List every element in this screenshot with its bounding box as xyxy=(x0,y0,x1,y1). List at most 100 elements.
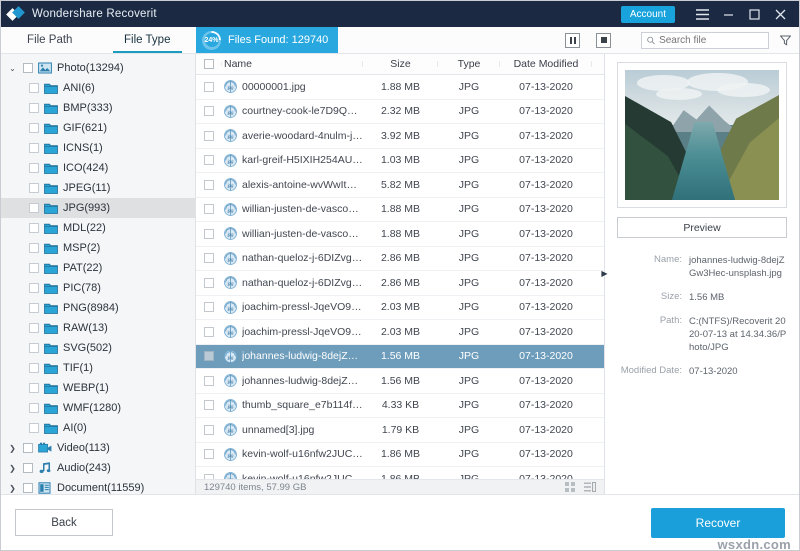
table-row[interactable]: jpgjohannes-ludwig-8dejZGw3Hec-unsp... 1.… xyxy=(196,344,604,369)
row-checkbox[interactable] xyxy=(204,130,214,141)
tree-checkbox[interactable] xyxy=(29,363,39,373)
tree-item-wmf[interactable]: WMF(1280) xyxy=(1,398,195,418)
search-input[interactable] xyxy=(659,34,763,46)
table-row[interactable]: jpgwillian-justen-de-vasconcellos-65Ga..… xyxy=(196,198,604,222)
tree-item-gif[interactable]: GIF(621) xyxy=(1,118,195,138)
tree-item-ai[interactable]: AI(0) xyxy=(1,418,195,438)
table-row[interactable]: jpgalexis-antoine-wvWwItCssr8-unsplas...… xyxy=(196,173,604,198)
row-checkbox[interactable] xyxy=(204,375,214,386)
column-header-type[interactable]: Type xyxy=(438,58,500,70)
tree-checkbox[interactable] xyxy=(29,143,39,153)
table-row[interactable]: jpgwillian-justen-de-vasconcellos-6SGa..… xyxy=(196,222,604,247)
row-checkbox-cell[interactable] xyxy=(196,473,222,479)
table-row[interactable]: jpg 00000001.jpg 1.88 MB JPG 07-13-2020 xyxy=(196,75,604,100)
account-button[interactable]: Account xyxy=(620,5,675,23)
minimize-icon[interactable] xyxy=(715,3,741,25)
column-header-date-modified[interactable]: Date Modified xyxy=(500,58,592,70)
stop-scan-button[interactable] xyxy=(596,32,611,48)
tree-checkbox[interactable] xyxy=(29,203,39,213)
row-checkbox[interactable] xyxy=(204,155,214,166)
row-checkbox[interactable] xyxy=(204,302,214,313)
file-type-tree-sidebar[interactable]: ⌄ Photo(13294) ANI(6) BMP(333) GIF(621) ICNS(… xyxy=(1,54,196,494)
tree-item-webp[interactable]: WEBP(1) xyxy=(1,378,195,398)
tree-item-ico[interactable]: ICO(424) xyxy=(1,158,195,178)
table-row[interactable]: jpgnathan-queloz-j-6DIZvguFc-unsplash...… xyxy=(196,247,604,271)
row-checkbox[interactable] xyxy=(204,228,214,239)
close-icon[interactable] xyxy=(767,3,793,25)
tree-item-svg[interactable]: SVG(502) xyxy=(1,338,195,358)
grid-view-icon[interactable] xyxy=(565,482,575,492)
tree-group-document[interactable]: ❯ Document(11559) xyxy=(1,478,195,494)
column-header-name[interactable]: Name xyxy=(222,58,363,70)
table-row[interactable]: jpgkevin-wolf-u16nfw2JUCQ-unsplash.jpg 1.… xyxy=(196,443,604,467)
row-checkbox[interactable] xyxy=(204,424,214,435)
collapse-panel-arrow-icon[interactable]: ▶ xyxy=(600,265,609,281)
tree-checkbox[interactable] xyxy=(29,183,39,193)
table-row[interactable]: jpgkarl-greif-H5IXIH254AU-unsplash.jpg 1.… xyxy=(196,149,604,173)
row-checkbox[interactable] xyxy=(204,449,214,460)
tree-checkbox[interactable] xyxy=(29,343,39,353)
file-list-rows[interactable]: jpg 00000001.jpg 1.88 MB JPG 07-13-2020 jpg co… xyxy=(196,75,604,479)
tree-checkbox[interactable] xyxy=(29,403,39,413)
tree-checkbox[interactable] xyxy=(23,463,33,473)
table-row[interactable]: jpgcourtney-cook-le7D9QFiPr8-unsplas... 2… xyxy=(196,100,604,124)
tree-checkbox[interactable] xyxy=(29,223,39,233)
table-row[interactable]: jpgthumb_square_e7b114f438afdd40e0... 4.3… xyxy=(196,394,604,418)
tree-checkbox[interactable] xyxy=(29,243,39,253)
preview-button[interactable]: Preview xyxy=(617,217,787,238)
tree-group-photo[interactable]: ⌄ Photo(13294) xyxy=(1,58,195,78)
tree-group-audio[interactable]: ❯ Audio(243) xyxy=(1,458,195,478)
row-checkbox-cell[interactable] xyxy=(196,277,222,288)
row-checkbox-cell[interactable] xyxy=(196,326,222,337)
row-checkbox[interactable] xyxy=(204,326,214,337)
tree-item-bmp[interactable]: BMP(333) xyxy=(1,98,195,118)
row-checkbox-cell[interactable] xyxy=(196,204,222,215)
pause-scan-button[interactable] xyxy=(565,32,580,48)
table-row[interactable]: jpgjoachim-pressl-JqeVO91m1Go-unspl... 2.… xyxy=(196,296,604,320)
tree-item-jpeg[interactable]: JPEG(11) xyxy=(1,178,195,198)
back-button[interactable]: Back xyxy=(15,509,113,536)
table-row[interactable]: jpgjoachim-pressl-JqeVO91m1Go-unspl... 2.… xyxy=(196,320,604,345)
tree-checkbox[interactable] xyxy=(29,283,39,293)
row-checkbox[interactable] xyxy=(204,106,214,117)
recover-button[interactable]: Recover xyxy=(651,507,785,538)
expand-arrow-icon[interactable]: ❯ xyxy=(7,464,18,473)
row-checkbox[interactable] xyxy=(204,277,214,288)
row-checkbox[interactable] xyxy=(204,81,214,92)
tree-checkbox[interactable] xyxy=(29,83,39,93)
hamburger-menu-icon[interactable] xyxy=(689,3,715,25)
tree-checkbox[interactable] xyxy=(29,263,39,273)
expand-arrow-icon[interactable]: ⌄ xyxy=(7,64,18,73)
tree-item-pat[interactable]: PAT(22) xyxy=(1,258,195,278)
tree-checkbox[interactable] xyxy=(29,423,39,433)
row-checkbox-cell[interactable] xyxy=(196,400,222,411)
row-checkbox-cell[interactable] xyxy=(196,302,222,313)
tree-item-ani[interactable]: ANI(6) xyxy=(1,78,195,98)
tree-checkbox[interactable] xyxy=(23,443,33,453)
tree-item-png[interactable]: PNG(8984) xyxy=(1,298,195,318)
table-row[interactable]: jpgjohannes-ludwig-8dejZGw3Hec-unsp... 1.… xyxy=(196,369,604,394)
column-header-size[interactable]: Size xyxy=(363,58,438,70)
tree-checkbox[interactable] xyxy=(23,483,33,493)
tree-item-msp[interactable]: MSP(2) xyxy=(1,238,195,258)
row-checkbox[interactable] xyxy=(204,204,214,215)
row-checkbox[interactable] xyxy=(204,253,214,264)
tree-group-video[interactable]: ❯ Video(113) xyxy=(1,438,195,458)
row-checkbox-cell[interactable] xyxy=(196,253,222,264)
search-box[interactable] xyxy=(641,31,769,49)
table-row[interactable]: jpg unnamed[3].jpg 1.79 KB JPG 07-13-2020 xyxy=(196,418,604,443)
tree-item-tif[interactable]: TIF(1) xyxy=(1,358,195,378)
tree-checkbox[interactable] xyxy=(29,163,39,173)
table-row[interactable]: jpgnathan-queloz-j-6DIZvguFc-unsplash...… xyxy=(196,271,604,296)
tree-item-mdl[interactable]: MDL(22) xyxy=(1,218,195,238)
row-checkbox[interactable] xyxy=(204,473,214,479)
row-checkbox-cell[interactable] xyxy=(196,351,222,362)
row-checkbox-cell[interactable] xyxy=(196,449,222,460)
row-checkbox-cell[interactable] xyxy=(196,155,222,166)
tree-item-raw[interactable]: RAW(13) xyxy=(1,318,195,338)
tree-checkbox[interactable] xyxy=(29,123,39,133)
tree-checkbox[interactable] xyxy=(23,63,33,73)
maximize-icon[interactable] xyxy=(741,3,767,25)
row-checkbox-cell[interactable] xyxy=(196,375,222,386)
row-checkbox-cell[interactable] xyxy=(196,81,222,92)
